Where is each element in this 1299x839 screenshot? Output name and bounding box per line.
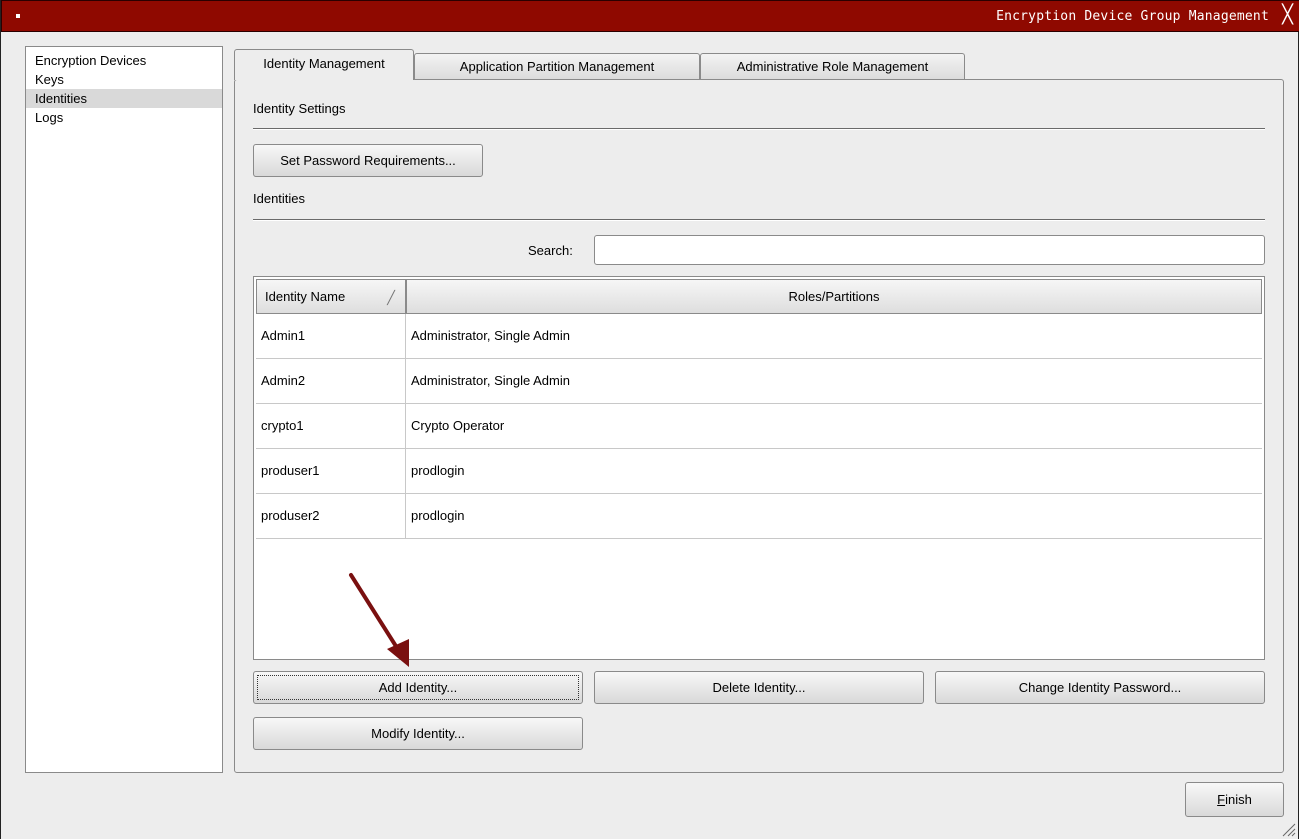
tab-identity-management[interactable]: Identity Management — [234, 49, 414, 80]
table-row[interactable]: Admin1 Administrator, Single Admin — [256, 314, 1262, 359]
table-header: Identity Name ╱ Roles/Partitions — [256, 279, 1262, 314]
identity-name-cell: produser1 — [256, 449, 406, 494]
identity-settings-heading: Identity Settings — [253, 101, 346, 116]
identity-name-cell: crypto1 — [256, 404, 406, 449]
sidebar-item-encryption-devices[interactable]: Encryption Devices — [26, 51, 222, 70]
sidebar-nav: Encryption Devices Keys Identities Logs — [25, 46, 223, 773]
table-row[interactable]: produser1 prodlogin — [256, 449, 1262, 494]
table-row[interactable]: produser2 prodlogin — [256, 494, 1262, 539]
identity-name-cell: Admin1 — [256, 314, 406, 359]
search-input[interactable] — [594, 235, 1265, 265]
roles-partitions-cell: Crypto Operator — [411, 418, 505, 433]
sidebar-item-logs[interactable]: Logs — [26, 108, 222, 127]
finish-mnemonic: F — [1217, 792, 1226, 807]
change-identity-password-button[interactable]: Change Identity Password... — [935, 671, 1265, 704]
roles-partitions-cell: prodlogin — [411, 508, 465, 523]
column-header-roles-partitions[interactable]: Roles/Partitions — [406, 279, 1262, 314]
resize-grip-icon[interactable] — [1280, 821, 1296, 837]
window-title: Encryption Device Group Management — [996, 9, 1269, 24]
table-row[interactable]: crypto1 Crypto Operator — [256, 404, 1262, 449]
app-window: Encryption Device Group Management ╳ Enc… — [0, 0, 1299, 839]
identity-settings-separator — [253, 128, 1265, 130]
close-icon[interactable]: ╳ — [1282, 6, 1293, 24]
delete-identity-button[interactable]: Delete Identity... — [594, 671, 924, 704]
roles-partitions-cell: prodlogin — [411, 463, 465, 478]
tab-administrative-role-management[interactable]: Administrative Role Management — [700, 53, 965, 79]
column-header-label: Identity Name — [265, 289, 346, 304]
modify-identity-button[interactable]: Modify Identity... — [253, 717, 583, 750]
identities-separator — [253, 219, 1265, 221]
title-bar: Encryption Device Group Management ╳ — [1, 0, 1299, 32]
roles-partitions-cell: Administrator, Single Admin — [411, 373, 570, 388]
window-menu-icon[interactable] — [16, 14, 20, 18]
sort-indicator-icon: ╱ — [387, 290, 395, 305]
sidebar-item-identities[interactable]: Identities — [26, 89, 222, 108]
table-row[interactable]: Admin2 Administrator, Single Admin — [256, 359, 1262, 404]
tab-application-partition-management[interactable]: Application Partition Management — [414, 53, 700, 79]
identity-name-cell: produser2 — [256, 494, 406, 539]
roles-partitions-cell: Administrator, Single Admin — [411, 328, 570, 343]
sidebar-item-keys[interactable]: Keys — [26, 70, 222, 89]
identities-heading: Identities — [253, 191, 306, 206]
search-label: Search: — [528, 243, 573, 258]
arrow-annotation-icon — [349, 573, 409, 667]
add-identity-button[interactable]: Add Identity... — [253, 671, 583, 704]
set-password-requirements-button[interactable]: Set Password Requirements... — [253, 144, 483, 177]
identity-name-cell: Admin2 — [256, 359, 406, 404]
column-header-identity-name[interactable]: Identity Name ╱ — [256, 279, 406, 314]
finish-button[interactable]: Finish — [1185, 782, 1284, 817]
finish-label: inish — [1225, 792, 1252, 807]
